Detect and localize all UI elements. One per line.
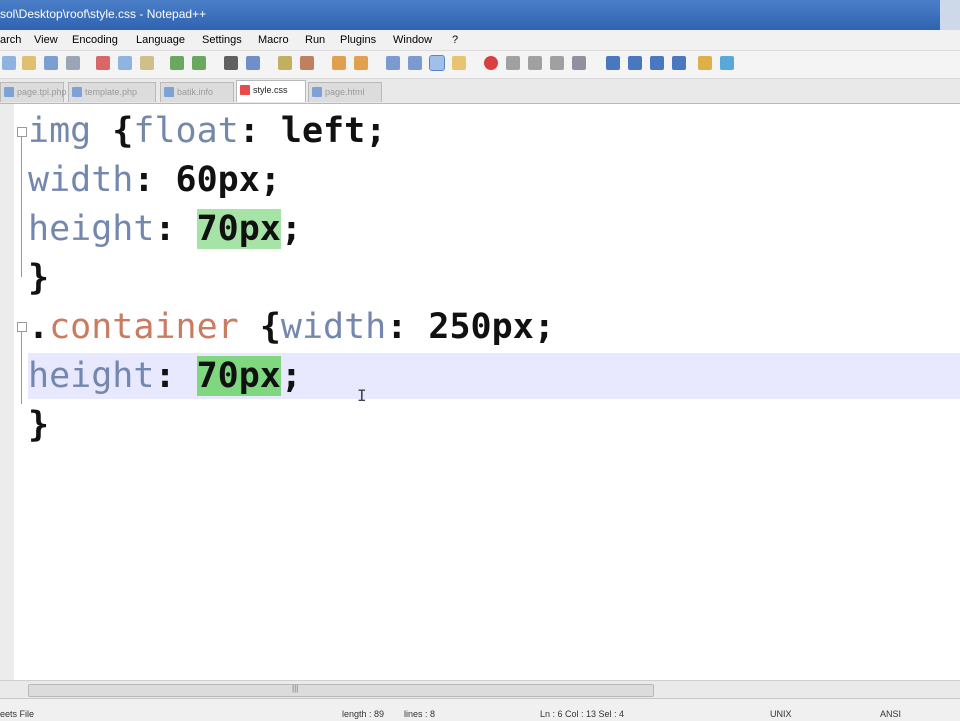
- document-tabs: page.tpl.php template.php batik.info sty…: [0, 79, 960, 104]
- run-macro-multiple-icon[interactable]: [550, 56, 564, 70]
- menu-view[interactable]: View: [34, 34, 58, 46]
- text-cursor-icon: I: [357, 386, 367, 405]
- bookmark-toggle-icon[interactable]: [606, 56, 620, 70]
- function-list-icon[interactable]: [452, 56, 466, 70]
- indent-guide-icon[interactable]: [386, 56, 400, 70]
- grip-icon: |||: [292, 684, 299, 693]
- menu-run[interactable]: Run: [305, 34, 325, 46]
- line-margin: [0, 104, 14, 680]
- tab-style-css[interactable]: style.css: [236, 80, 306, 102]
- cut-icon[interactable]: [96, 56, 110, 70]
- status-file-type: eets File: [0, 709, 35, 719]
- menu-help[interactable]: ?: [452, 34, 458, 46]
- status-encoding: ANSI: [880, 709, 902, 719]
- status-eol: UNIX: [770, 709, 792, 719]
- code-line: height: 70px;: [28, 209, 302, 249]
- doc-map-icon[interactable]: [429, 55, 445, 71]
- file-icon: [164, 87, 174, 97]
- window-controls[interactable]: [940, 0, 960, 30]
- status-length: length : 89: [342, 709, 385, 719]
- play-macro-icon[interactable]: [528, 56, 542, 70]
- fold-line: [21, 137, 22, 277]
- find-icon[interactable]: [224, 56, 238, 70]
- compare-icon[interactable]: [720, 56, 734, 70]
- code-line: img {float: left;: [28, 111, 387, 151]
- window-title: sol\Desktop\roof\style.css - Notepad++: [0, 7, 207, 21]
- code-line: }: [28, 258, 50, 298]
- word-wrap-icon[interactable]: [354, 56, 368, 70]
- zoom-in-icon[interactable]: [278, 56, 292, 70]
- copy-icon[interactable]: [118, 56, 132, 70]
- menu-macro[interactable]: Macro: [258, 34, 289, 46]
- scrollbar-thumb[interactable]: [28, 684, 654, 697]
- code-line: width: 60px;: [28, 160, 281, 200]
- open-file-icon[interactable]: [22, 56, 36, 70]
- fold-line: [21, 332, 22, 404]
- file-icon: [312, 87, 322, 97]
- bookmark-prev-icon[interactable]: [628, 56, 642, 70]
- code-line: }: [28, 405, 50, 445]
- code-line: .container {width: 250px;: [28, 307, 555, 347]
- bookmark-clear-icon[interactable]: [672, 56, 686, 70]
- paste-icon[interactable]: [140, 56, 154, 70]
- current-code-line: height: 70px;: [28, 353, 960, 399]
- redo-icon[interactable]: [192, 56, 206, 70]
- stop-macro-icon[interactable]: [506, 56, 520, 70]
- undo-icon[interactable]: [170, 56, 184, 70]
- spell-check-icon[interactable]: [698, 56, 712, 70]
- sync-scroll-icon[interactable]: [332, 56, 346, 70]
- code-editor[interactable]: img {float: left; width: 60px; height: 7…: [0, 104, 960, 680]
- menu-search[interactable]: arch: [0, 34, 21, 46]
- record-macro-icon[interactable]: [484, 56, 498, 70]
- new-file-icon[interactable]: [2, 56, 16, 70]
- status-bar: eets File length : 89 lines : 8 Ln : 6 C…: [0, 698, 960, 721]
- status-position: Ln : 6 Col : 13 Sel : 4: [540, 709, 625, 719]
- title-bar: sol\Desktop\roof\style.css - Notepad++: [0, 0, 960, 30]
- bookmark-next-icon[interactable]: [650, 56, 664, 70]
- toolbar: [0, 51, 960, 79]
- save-icon[interactable]: [44, 56, 58, 70]
- status-lines: lines : 8: [404, 709, 436, 719]
- menu-bar: arch View Encoding Language Settings Mac…: [0, 30, 960, 51]
- print-icon[interactable]: [66, 56, 80, 70]
- tab-page-html[interactable]: page.html: [308, 82, 382, 102]
- tab-batik-info[interactable]: batik.info: [160, 82, 234, 102]
- modified-file-icon: [240, 85, 250, 95]
- menu-settings[interactable]: Settings: [202, 34, 242, 46]
- file-icon: [4, 87, 14, 97]
- menu-encoding[interactable]: Encoding: [72, 34, 118, 46]
- tab-template-php[interactable]: template.php: [68, 82, 156, 102]
- menu-plugins[interactable]: Plugins: [340, 34, 376, 46]
- fold-marker[interactable]: [17, 322, 27, 332]
- save-macro-icon[interactable]: [572, 56, 586, 70]
- horizontal-scrollbar[interactable]: |||: [0, 680, 960, 698]
- tab-page-tpl[interactable]: page.tpl.php: [0, 82, 67, 102]
- zoom-out-icon[interactable]: [300, 56, 314, 70]
- fold-marker[interactable]: [17, 127, 27, 137]
- show-all-chars-icon[interactable]: [408, 56, 422, 70]
- menu-window[interactable]: Window: [393, 34, 432, 46]
- replace-icon[interactable]: [246, 56, 260, 70]
- menu-language[interactable]: Language: [136, 34, 185, 46]
- file-icon: [72, 87, 82, 97]
